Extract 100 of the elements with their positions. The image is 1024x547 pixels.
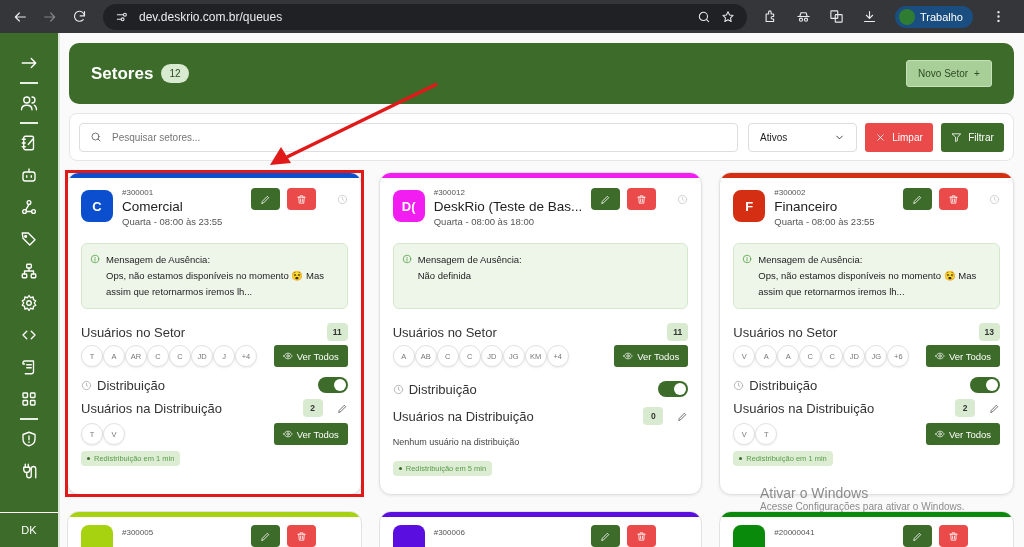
search-icon	[90, 131, 102, 143]
sector-schedule: Quarta - 08:00 às 23:55	[774, 216, 876, 227]
sector-id: #20000041	[774, 528, 816, 539]
sector-avatar: D(	[392, 190, 425, 222]
sector-schedule: Quarta - 08:00 às 23:55	[122, 216, 224, 227]
delete-button[interactable]	[286, 525, 316, 547]
section-label: Distribuição	[408, 381, 477, 397]
edit-button[interactable]	[903, 188, 932, 210]
profile-avatar	[899, 8, 915, 25]
trash-icon	[948, 530, 959, 542]
edit-button[interactable]	[250, 525, 280, 547]
url-text: dev.deskrio.com.br/queues	[139, 9, 284, 24]
address-bar[interactable]: dev.deskrio.com.br/queues	[103, 3, 747, 30]
section-label: Usuários na Distribuição	[81, 400, 222, 416]
absence-message: Não definida	[417, 269, 473, 283]
view-all-button[interactable]: Ver Todos	[926, 423, 1000, 445]
close-icon	[875, 131, 887, 143]
pencil-icon	[259, 193, 271, 205]
pencil-icon	[600, 193, 612, 205]
delete-button[interactable]	[286, 188, 316, 210]
user-count: 2	[955, 399, 975, 417]
delete-button[interactable]	[627, 525, 657, 547]
pencil-icon	[677, 410, 689, 422]
sector-count-badge: 12	[161, 64, 189, 83]
user-count: 11	[326, 323, 348, 341]
user-count: 0	[643, 407, 664, 425]
edit-distribution-button[interactable]	[336, 402, 348, 414]
trash-icon	[295, 530, 307, 542]
activation-notice-title: Ativar o Windows	[760, 485, 870, 501]
distribution-toggle[interactable]	[970, 377, 1000, 393]
view-all-button[interactable]: Ver Todos	[614, 345, 689, 367]
view-all-button[interactable]: Ver Todos	[273, 423, 348, 445]
trash-icon	[636, 530, 648, 542]
eye-icon	[282, 429, 293, 439]
incognito-icon	[796, 9, 811, 24]
pencil-icon	[600, 530, 612, 542]
new-sector-button[interactable]: Novo Setor +	[906, 60, 992, 87]
trash-icon	[295, 193, 307, 205]
section-label: Usuários no Setor	[733, 324, 838, 340]
eye-icon	[934, 429, 945, 439]
clock-icon	[677, 194, 689, 205]
user-initials[interactable]: DK	[21, 524, 37, 536]
settings-icon	[20, 294, 38, 312]
pencil-icon	[912, 193, 923, 205]
clock-icon	[392, 383, 404, 395]
sector-id: #300006	[433, 528, 466, 539]
delete-button[interactable]	[939, 525, 968, 547]
clock-icon	[81, 379, 92, 391]
info-icon	[90, 254, 100, 264]
pencil-icon	[259, 530, 271, 542]
activation-notice-text: Acesse Configurações para ativar o Windows.	[760, 501, 965, 512]
trash-icon	[948, 193, 959, 205]
delete-button[interactable]	[939, 188, 968, 210]
edit-distribution-button[interactable]	[989, 402, 1000, 414]
grid-icon	[20, 390, 38, 408]
edit-button[interactable]	[903, 525, 932, 547]
eye-icon	[623, 351, 634, 361]
edit-button[interactable]	[591, 188, 621, 210]
robot-icon	[20, 166, 38, 184]
sector-id: #300001	[122, 188, 155, 197]
pencil-icon	[336, 402, 348, 414]
sector-schedule: Quarta - 08:00 às 18:00	[433, 216, 536, 227]
search-input[interactable]: Pesquisar setores...	[110, 130, 727, 144]
download-icon	[862, 9, 877, 24]
search-field[interactable]: Pesquisar setores...	[79, 122, 738, 152]
sector-avatar: F	[733, 190, 766, 222]
clear-button[interactable]: Limpar	[865, 122, 933, 152]
distribution-toggle[interactable]	[658, 381, 689, 397]
absence-message: Ops, não estamos disponíveis no momento 😵 Mas assim que retornarmos iremos lh...	[106, 269, 325, 299]
sector-id: #300012	[433, 188, 466, 197]
sector-name: DeskRio (Teste de Bas...	[433, 199, 583, 214]
delete-button[interactable]	[627, 188, 657, 210]
info-icon	[401, 254, 412, 264]
edit-button[interactable]	[250, 188, 280, 210]
eye-icon	[934, 351, 945, 361]
filter-button[interactable]: Filtrar	[941, 122, 1004, 152]
status-dropdown[interactable]: Ativos	[748, 122, 857, 152]
distribution-toggle[interactable]	[317, 377, 348, 393]
edit-button[interactable]	[591, 525, 621, 547]
page-title: Setores	[91, 63, 154, 84]
view-all-button[interactable]: Ver Todos	[926, 345, 1000, 367]
eye-icon	[282, 351, 293, 361]
sector-id: #300002	[774, 188, 807, 197]
zoom-icon	[697, 9, 711, 24]
absence-message: Ops, não estamos disponíveis no momento 😵 Mas assim que retornarmos iremos lh...	[758, 269, 978, 299]
webhook-icon	[20, 198, 38, 216]
absence-title: Mensagem de Ausência:	[758, 253, 864, 267]
absence-title: Mensagem de Ausência:	[417, 253, 522, 267]
view-all-button[interactable]: Ver Todos	[273, 345, 348, 367]
profile-button[interactable]: Trabalho	[895, 5, 973, 28]
user-count: 13	[978, 323, 1000, 341]
section-label: Usuários na Distribuição	[392, 408, 534, 424]
edit-distribution-button[interactable]	[677, 410, 689, 422]
section-label: Distribuição	[749, 377, 818, 393]
pencil-icon	[989, 402, 1000, 414]
absence-title: Mensagem de Ausência:	[106, 253, 212, 267]
sector-name: Comercial	[122, 199, 184, 214]
sector-id: #300005	[122, 528, 155, 539]
section-label: Usuários na Distribuição	[733, 400, 875, 416]
trash-icon	[636, 193, 648, 205]
